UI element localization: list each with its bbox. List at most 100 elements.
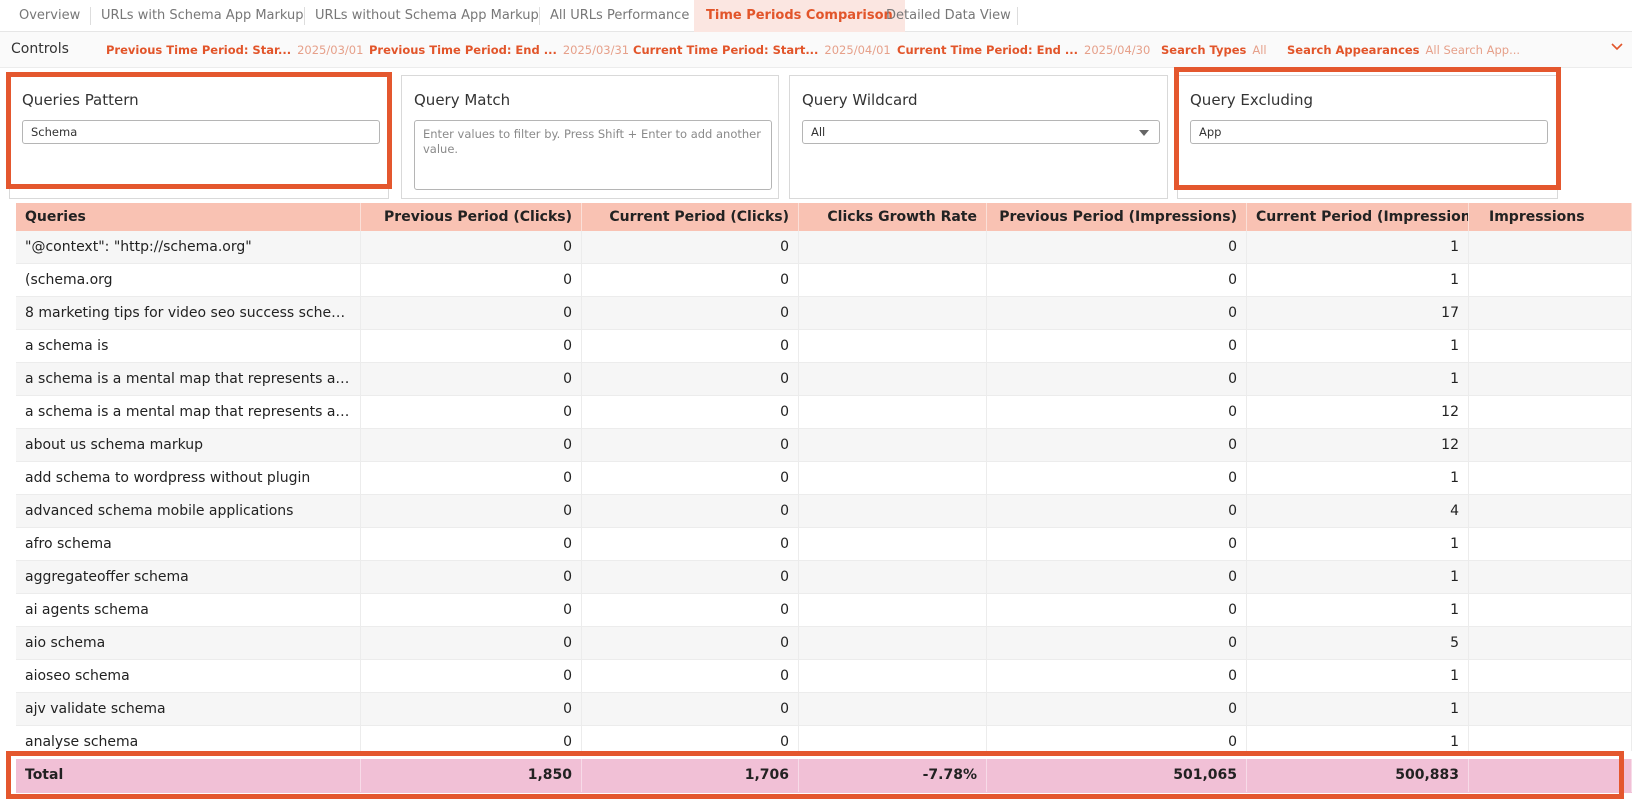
control-previous-start[interactable]: Previous Time Period: Star... 2025/03/01 [106,43,363,57]
cell-current-clicks: 0 [582,594,799,627]
cell-impressions-growth [1469,429,1632,462]
cell-current-impressions: 1 [1247,726,1469,751]
cell-previous-clicks: 0 [361,297,582,330]
total-cell-clicks-growth: -7.78% [799,759,987,792]
cell-current-clicks: 0 [582,297,799,330]
cell-clicks-growth [799,330,987,363]
control-current-end[interactable]: Current Time Period: End ... 2025/04/30 [897,43,1150,57]
control-current-start[interactable]: Current Time Period: Start... 2025/04/01 [633,43,891,57]
table-row[interactable]: aggregateoffer schema 0 0 0 1 [16,561,1632,594]
cell-query: aioseo schema [16,660,361,693]
tab-overview[interactable]: Overview [19,0,80,32]
column-header-current-clicks[interactable]: Current Period (Clicks) [582,203,799,231]
cell-current-impressions: 1 [1247,363,1469,396]
cell-current-impressions: 1 [1247,264,1469,297]
cell-current-impressions: 12 [1247,396,1469,429]
table-row[interactable]: aio schema 0 0 0 5 [16,627,1632,660]
table-row[interactable]: ajv validate schema 0 0 0 1 [16,693,1632,726]
table-row[interactable]: aioseo schema 0 0 0 1 [16,660,1632,693]
filter-title: Query Wildcard [802,91,918,109]
cell-query: aggregateoffer schema [16,561,361,594]
cell-previous-clicks: 0 [361,231,582,264]
cell-current-clicks: 0 [582,429,799,462]
tab-detailed-data-view[interactable]: Detailed Data View [886,0,1011,32]
control-label: Previous Time Period: Star... [106,43,292,57]
cell-impressions-growth [1469,693,1632,726]
cell-clicks-growth [799,594,987,627]
cell-previous-clicks: 0 [361,495,582,528]
query-wildcard-select[interactable]: All [802,120,1160,144]
cell-previous-impressions: 0 [987,693,1247,726]
select-value: All [811,125,826,139]
cell-impressions-growth [1469,660,1632,693]
column-header-previous-clicks[interactable]: Previous Period (Clicks) [361,203,582,231]
cell-current-clicks: 0 [582,726,799,751]
table-row[interactable]: afro schema 0 0 0 1 [16,528,1632,561]
cell-current-impressions: 5 [1247,627,1469,660]
table-row[interactable]: a schema is a mental map that represents… [16,396,1632,429]
cell-current-clicks: 0 [582,363,799,396]
cell-current-clicks: 0 [582,495,799,528]
cell-impressions-growth [1469,462,1632,495]
cell-query: ajv validate schema [16,693,361,726]
cell-query: analyse schema [16,726,361,751]
cell-clicks-growth [799,528,987,561]
cell-impressions-growth [1469,363,1632,396]
cell-previous-impressions: 0 [987,627,1247,660]
cell-impressions-growth [1469,330,1632,363]
filter-query-excluding: Query Excluding App [1177,75,1558,199]
column-header-queries[interactable]: Queries [16,203,361,231]
cell-current-clicks: 0 [582,528,799,561]
cell-previous-impressions: 0 [987,264,1247,297]
table-row[interactable]: analyse schema 0 0 0 1 [16,726,1632,751]
filter-title: Query Match [414,91,511,109]
column-header-clicks-growth-rate[interactable]: Clicks Growth Rate [799,203,987,231]
cell-current-clicks: 0 [582,330,799,363]
table-row[interactable]: "@context": "http://schema.org" 0 0 0 1 [16,231,1632,264]
control-search-types[interactable]: Search Types All [1161,43,1267,57]
tab-urls-with-markup[interactable]: URLs with Schema App Markup [101,0,303,32]
cell-impressions-growth [1469,396,1632,429]
cell-query: aio schema [16,627,361,660]
cell-previous-impressions: 0 [987,528,1247,561]
table-row[interactable]: ai agents schema 0 0 0 1 [16,594,1632,627]
control-search-appearances[interactable]: Search Appearances All Search App... [1287,43,1520,57]
cell-current-impressions: 1 [1247,660,1469,693]
column-header-impressions-growth[interactable]: Impressions [1469,203,1632,231]
column-header-current-impressions[interactable]: Current Period (Impressions) [1247,203,1469,231]
total-cell-previous-clicks: 1,850 [361,759,582,792]
filter-query-wildcard: Query Wildcard All [789,75,1168,199]
cell-previous-clicks: 0 [361,330,582,363]
table-row[interactable]: about us schema markup 0 0 0 12 [16,429,1632,462]
tab-all-urls-performance[interactable]: All URLs Performance [550,0,689,32]
table-row[interactable]: advanced schema mobile applications 0 0 0 4 [16,495,1632,528]
cell-query: 8 marketing tips for video seo success s… [16,297,361,330]
table-row[interactable]: 8 marketing tips for video seo success s… [16,297,1632,330]
control-value: 2025/04/30 [1084,43,1151,57]
cell-previous-impressions: 0 [987,396,1247,429]
table-row[interactable]: add schema to wordpress without plugin 0 0… [16,462,1632,495]
cell-current-impressions: 12 [1247,429,1469,462]
cell-impressions-growth [1469,594,1632,627]
tab-urls-without-markup[interactable]: URLs without Schema App Markup [315,0,539,32]
tab-divider [304,7,305,25]
cell-impressions-growth [1469,627,1632,660]
cell-current-clicks: 0 [582,660,799,693]
query-excluding-input[interactable]: App [1190,120,1548,144]
cell-query: "@context": "http://schema.org" [16,231,361,264]
table-row[interactable]: a schema is 0 0 0 1 [16,330,1632,363]
queries-pattern-input[interactable]: Schema [22,120,380,144]
table-row[interactable]: a schema is a mental map that represents… [16,363,1632,396]
cell-clicks-growth [799,396,987,429]
table-row[interactable]: (schema.org 0 0 0 1 [16,264,1632,297]
cell-clicks-growth [799,660,987,693]
cell-query: a schema is a mental map that represents… [16,363,361,396]
query-match-input[interactable]: Enter values to filter by. Press Shift +… [414,120,772,190]
control-value: 2025/03/31 [562,43,630,57]
column-header-previous-impressions[interactable]: Previous Period (Impressions) [987,203,1247,231]
report-tabs: Overview URLs with Schema App Markup URL… [0,0,1632,32]
caret-down-icon [1139,130,1149,136]
tab-time-periods-comparison[interactable]: Time Periods Comparison [694,0,905,32]
control-previous-end[interactable]: Previous Time Period: End ... 2025/03/31 [369,43,629,57]
chevron-down-icon[interactable] [1610,40,1624,54]
